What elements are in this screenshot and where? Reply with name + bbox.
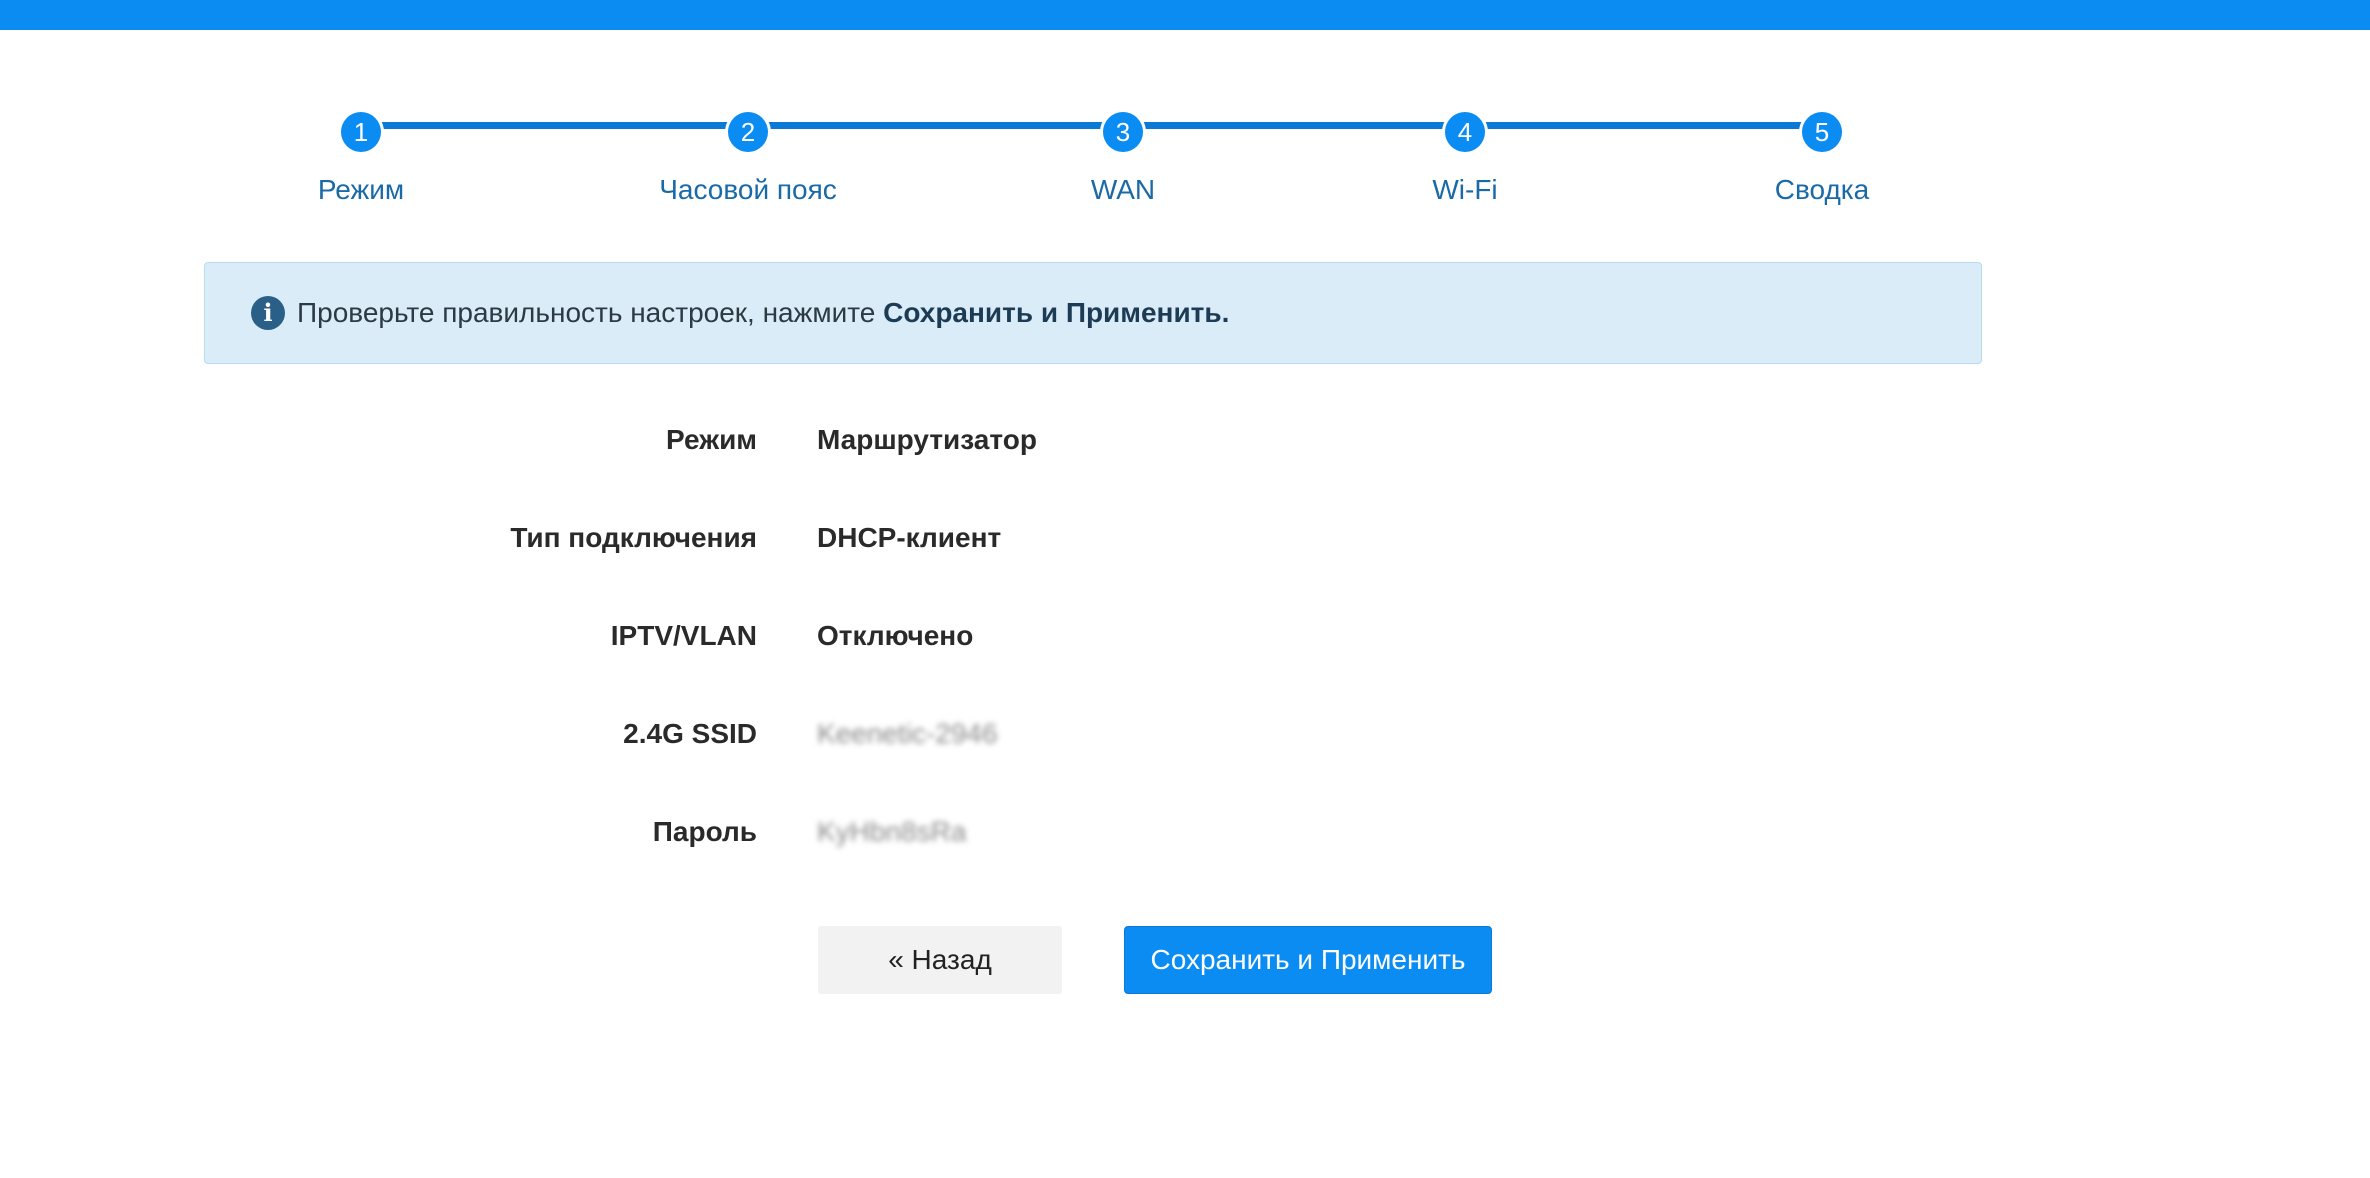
- summary-value: DHCP-клиент: [817, 522, 1002, 553]
- step-5-label-summary[interactable]: Сводка: [1672, 174, 1972, 206]
- step-3-label-wan[interactable]: WAN: [973, 174, 1273, 206]
- info-icon: i: [251, 296, 285, 330]
- info-message-text: Проверьте правильность настроек, нажмите: [297, 297, 884, 328]
- summary-row-password: Пароль KyHbn8sRa: [0, 816, 2370, 856]
- summary-label: Режим: [666, 424, 757, 455]
- step-connector-2-3: [748, 122, 1123, 129]
- step-1-circle[interactable]: 1: [341, 112, 381, 152]
- step-1-label-mode[interactable]: Режим: [211, 174, 511, 206]
- step-connector-4-5: [1465, 122, 1822, 129]
- info-alert: i Проверьте правильность настроек, нажми…: [204, 262, 1982, 364]
- summary-value-redacted: Keenetic-2946: [817, 718, 998, 749]
- summary-label: 2.4G SSID: [623, 718, 757, 749]
- summary-value: Маршрутизатор: [817, 424, 1037, 455]
- summary-row-ssid: 2.4G SSID Keenetic-2946: [0, 718, 2370, 758]
- summary-value: Отключено: [817, 620, 974, 651]
- back-button[interactable]: « Назад: [818, 926, 1062, 994]
- step-connector-1-2: [361, 122, 748, 129]
- summary-row-mode: Режим Маршрутизатор: [0, 424, 2370, 464]
- summary-row-iptv-vlan: IPTV/VLAN Отключено: [0, 620, 2370, 660]
- summary-value-redacted: KyHbn8sRa: [817, 816, 967, 847]
- wizard-stepper: 1 2 3 4 5 Режим Часовой пояс WAN Wi-Fi С…: [0, 0, 2370, 220]
- info-message: Проверьте правильность настроек, нажмите…: [297, 297, 1229, 329]
- step-2-label-timezone[interactable]: Часовой пояс: [598, 174, 898, 206]
- save-and-apply-button[interactable]: Сохранить и Применить: [1124, 926, 1492, 994]
- step-connector-3-4: [1123, 122, 1465, 129]
- info-message-emphasis: Сохранить и Применить.: [883, 297, 1230, 328]
- summary-label: Тип подключения: [510, 522, 757, 553]
- step-4-label-wifi[interactable]: Wi-Fi: [1315, 174, 1615, 206]
- step-5-circle[interactable]: 5: [1802, 112, 1842, 152]
- summary-label: IPTV/VLAN: [610, 620, 757, 651]
- step-2-circle[interactable]: 2: [728, 112, 768, 152]
- step-4-circle[interactable]: 4: [1445, 112, 1485, 152]
- step-3-circle[interactable]: 3: [1103, 112, 1143, 152]
- summary-row-connection-type: Тип подключения DHCP-клиент: [0, 522, 2370, 562]
- summary-label: Пароль: [652, 816, 757, 847]
